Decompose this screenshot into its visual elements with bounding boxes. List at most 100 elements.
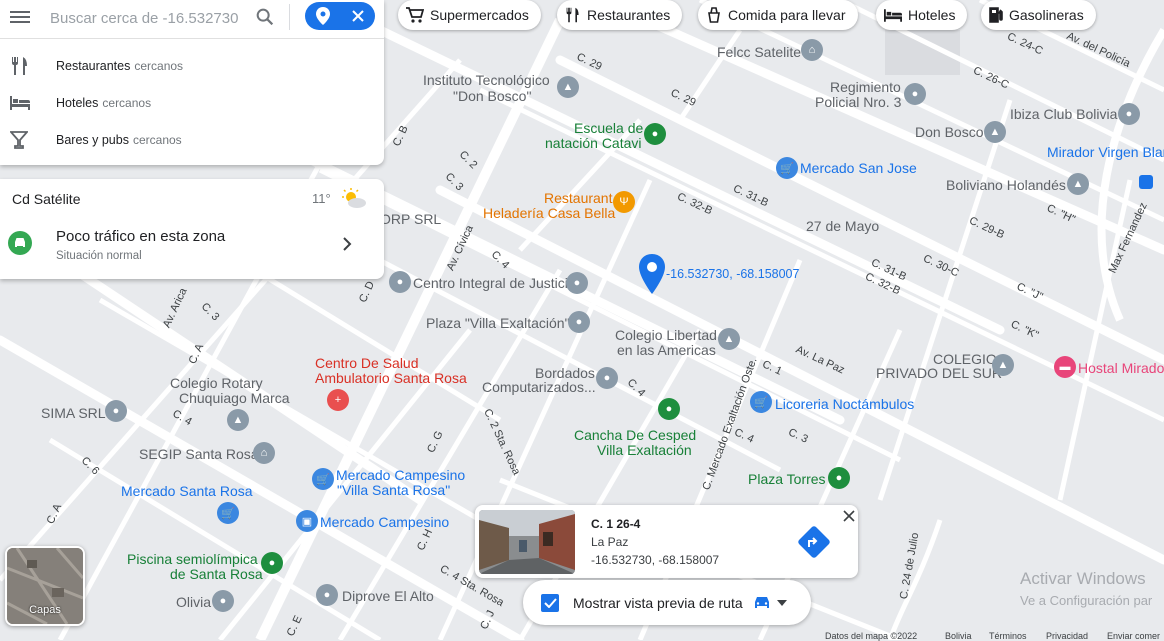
layers-label: Capas [29,604,61,616]
place-centro-salud-2: Ambulatorio Santa Rosa [315,370,467,386]
checkmark-icon [543,597,557,608]
search-icon[interactable] [254,6,276,28]
layers-button[interactable]: Capas [5,546,85,626]
place-bordados-2: Computarizados... [482,379,596,395]
chip-gas-stations[interactable]: Gasolineras [981,0,1096,30]
place-pin-icon[interactable]: ● [389,271,411,293]
hospital-pin-icon[interactable]: + [327,389,349,411]
place-sima[interactable]: SIMA SRL [41,406,106,421]
hotel-pin-icon[interactable]: ▬ [1054,356,1076,378]
cocktail-icon [10,130,36,149]
school-pin-icon[interactable]: ▲ [984,121,1006,143]
route-preview-checkbox[interactable] [541,593,559,612]
park-pin-icon[interactable]: ● [261,552,283,574]
takeout-icon [708,7,720,23]
place-mercado-sj[interactable]: Mercado San Jose [800,161,917,176]
shopping-pin-icon[interactable]: 🛒 [217,502,239,524]
place-pin-icon[interactable]: ● [596,367,618,389]
school-pin-icon[interactable]: ▲ [992,354,1014,376]
place-colegio-rotary[interactable]: Colegio Rotary [170,376,263,391]
place-piscina-2: de Santa Rosa [170,566,263,582]
restaurant-pin-icon[interactable]: Ψ [613,191,635,213]
park-pin-icon[interactable]: ● [658,398,680,420]
place-centro-integral[interactable]: Centro Integral de Justicia [413,276,576,291]
place-pin-icon[interactable]: ● [212,590,234,612]
pin-icon[interactable] [315,7,330,25]
school-pin-icon[interactable]: ▲ [227,409,249,431]
place-restaurant[interactable]: Restaurant [544,191,612,206]
place-mercado-campesino[interactable]: Mercado Campesino [336,468,465,483]
place-ibiza[interactable]: Ibiza Club Bolivia [1010,107,1117,122]
place-hostal[interactable]: Hostal Mirado [1078,361,1164,376]
place-licoreria[interactable]: Licoreria Noctámbulos [775,397,914,412]
place-pin-icon[interactable]: ● [566,272,588,294]
gas-pump-icon [989,7,1003,23]
fork-knife-icon [566,7,579,23]
car-icon[interactable] [753,595,771,611]
chip-label: Gasolineras [1009,7,1084,23]
place-pin-icon[interactable]: ● [316,584,338,606]
close-icon[interactable] [843,510,855,522]
park-pin-icon[interactable]: ● [828,467,850,489]
street-view-thumbnail[interactable] [479,510,575,574]
place-mercado-santa-rosa[interactable]: Mercado Santa Rosa [121,484,253,499]
chevron-right-icon[interactable] [342,237,352,251]
nearby-hotels[interactable]: Hoteles cercanos [0,84,384,121]
chip-takeout[interactable]: Comida para llevar [698,0,858,30]
chip-hotels[interactable]: Hoteles [876,0,968,30]
bus-stop-icon[interactable] [1139,175,1153,189]
chip-restaurants[interactable]: Restaurantes [557,0,683,30]
dropped-pin-icon[interactable] [639,254,665,294]
place-instituto[interactable]: Instituto Tecnológico [423,73,550,88]
location-title: C. 1 26-4 [591,517,641,531]
route-preview-label: Mostrar vista previa de ruta [573,594,743,611]
chip-label: Restaurantes [587,7,671,23]
place-olivia[interactable]: Olivia [176,595,211,610]
landmark-pin-icon[interactable]: ⌂ [801,39,823,61]
school-pin-icon[interactable]: ▲ [557,76,579,98]
close-icon[interactable] [351,9,365,23]
watermark-line2: Ve a Configuración par [1020,593,1153,608]
school-pin-icon[interactable]: ▲ [718,328,740,350]
place-orp[interactable]: ORP SRL [380,212,441,227]
place-regimiento[interactable]: Regimiento [830,80,901,95]
landmark-pin-icon[interactable]: ⌂ [253,442,275,464]
place-pin-icon[interactable]: ● [105,400,127,422]
place-pin-icon[interactable]: ● [904,83,926,105]
place-boliviano[interactable]: Boliviano Holandés [946,178,1066,193]
shopping-bag-pin-icon[interactable]: ▣ [296,510,318,532]
place-centro-salud[interactable]: Centro De Salud [315,356,419,371]
place-felcc[interactable]: Felcc Satelite [717,45,801,60]
nearby-restaurants[interactable]: Restaurantes cercanos [0,47,384,84]
nearby-bars[interactable]: Bares y pubs cercanos [0,121,384,158]
chip-supermarkets[interactable]: Supermercados [398,0,541,30]
location-card[interactable]: C. 1 26-4 La Paz -16.532730, -68.158007 [475,505,858,578]
place-colegio-libertad-2: en las Americas [617,342,716,358]
place-pin-icon[interactable]: ● [1118,103,1140,125]
place-pin-icon[interactable]: ● [568,311,590,333]
place-segip[interactable]: SEGIP Santa Rosa [139,447,259,462]
shopping-pin-icon[interactable]: 🛒 [776,157,798,179]
shopping-pin-icon[interactable]: 🛒 [312,468,334,490]
place-mercado-campesino-b[interactable]: Mercado Campesino [320,515,449,530]
school-pin-icon[interactable]: ▲ [1067,173,1089,195]
directions-icon[interactable] [798,526,830,558]
park-pin-icon[interactable]: ● [644,123,666,145]
traffic-title[interactable]: Poco tráfico en esta zona [56,228,225,245]
place-plaza-vex[interactable]: Plaza "Villa Exaltación" [426,316,570,331]
place-piscina[interactable]: Piscina semiolímpica [127,552,258,567]
place-cancha[interactable]: Cancha De Cesped [574,428,696,443]
place-donbosco[interactable]: Don Bosco [915,125,983,140]
place-plaza-torres[interactable]: Plaza Torres [748,472,826,487]
place-escuela[interactable]: Escuela de [574,121,643,136]
place-colegio-libertad[interactable]: Colegio Libertad [615,328,717,343]
chevron-down-icon[interactable] [776,599,787,606]
place-diprove[interactable]: Diprove El Alto [342,589,434,604]
shopping-pin-icon[interactable]: 🛒 [750,391,772,413]
place-mirador[interactable]: Mirador Virgen Blan [1047,145,1164,160]
search-panel: Restaurantescercanos Hotelescercanos Bar… [0,0,384,165]
hamburger-menu-icon[interactable] [10,8,30,28]
place-cancha-2: Villa Exaltación [597,442,692,458]
search-input[interactable] [48,4,242,32]
place-colegio-rotary-2: Chuquiago Marca [179,390,290,406]
